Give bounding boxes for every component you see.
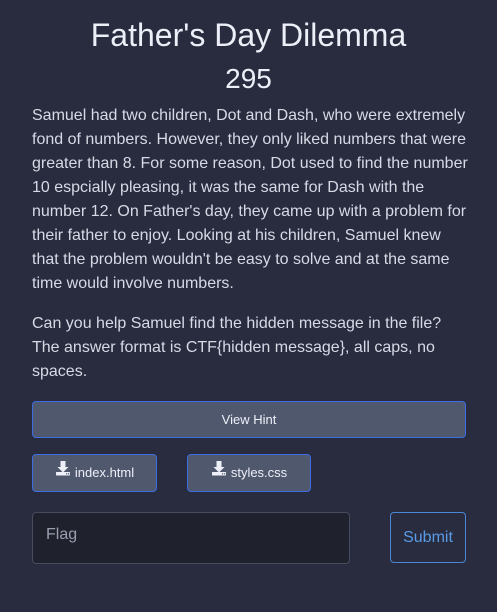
challenge-points: 295 — [225, 63, 272, 94]
description-paragraph: Samuel had two children, Dot and Dash, w… — [32, 107, 468, 292]
view-hint-button[interactable]: View Hint — [32, 401, 466, 438]
challenge-description: Samuel had two children, Dot and Dash, w… — [32, 104, 468, 384]
download-icon — [55, 454, 71, 490]
description-paragraph: Can you help Samuel find the hidden mess… — [32, 315, 442, 380]
submit-button[interactable]: Submit — [390, 512, 466, 563]
download-icon — [211, 454, 227, 490]
file-name: styles.css — [230, 465, 288, 480]
challenge-panel: Father's Day Dilemma 295 Samuel had two … — [0, 0, 497, 612]
flag-input[interactable] — [32, 512, 350, 564]
challenge-title: Father's Day Dilemma — [90, 17, 407, 53]
download-index-html-button[interactable]: index.html — [32, 454, 157, 492]
download-styles-css-button[interactable]: styles.css — [187, 454, 311, 492]
file-name: index.html — [74, 465, 135, 480]
